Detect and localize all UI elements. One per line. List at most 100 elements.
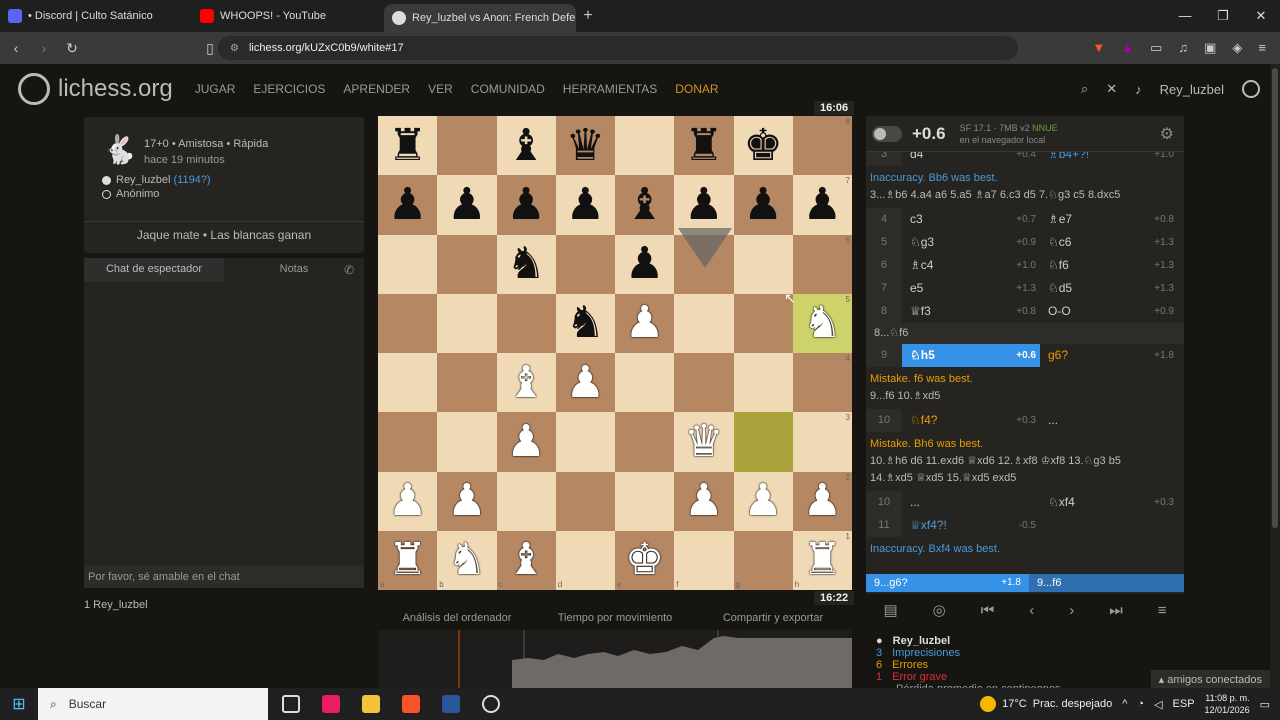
vpn-icon[interactable]: ◈	[1232, 40, 1242, 56]
new-tab-button[interactable]: +	[576, 7, 600, 25]
black-pawn-icon[interactable]: ♟	[803, 182, 842, 227]
square-b5[interactable]	[437, 293, 497, 353]
white-knight-icon[interactable]: ♞	[447, 538, 486, 582]
close-window-icon[interactable]: ✕	[1242, 8, 1280, 24]
square-b7[interactable]: ♟	[437, 175, 497, 235]
square-b3[interactable]	[437, 412, 497, 472]
square-c2[interactable]	[496, 471, 556, 531]
square-c7[interactable]: ♟	[496, 175, 556, 235]
tiktok-icon[interactable]	[322, 695, 340, 713]
white-bishop-icon[interactable]: ♝	[506, 360, 545, 405]
chess-board[interactable]: ♜ ♝ ♛ ♜ ♚ 8 ♟ ♟ ♟ ♟ ♝ ♟ ♟ ♟ 7 ♞ ♟ 6 ♞ ♟ ♞ 5 ♝ ♟ 4 ♟ ♛ 3 ♟ ♟ ♟ ♟ ♟ 2 ♜ a ♞ b ♝ c…	[378, 116, 852, 590]
square-d4[interactable]: ♟	[555, 353, 615, 413]
square-g7[interactable]: ♟	[733, 175, 793, 235]
white-pawn-icon[interactable]: ♟	[506, 419, 545, 464]
notifications-icon[interactable]: ♪	[1135, 82, 1142, 97]
square-h8[interactable]: 8	[792, 116, 852, 176]
variation-line[interactable]: 10.♗h6 d6 11.exd6 ♕xd6 12.♗xf8 ♔xf8 13.♘…	[870, 453, 1180, 470]
square-g3[interactable]	[733, 412, 793, 472]
move-white[interactable]: ♕xf4?! -0.5	[902, 514, 1040, 537]
gear-icon[interactable]: ⚙	[1160, 124, 1174, 144]
variation-line[interactable]: 9...f6 10.♗xd5	[870, 388, 1180, 405]
square-a4[interactable]	[378, 353, 438, 413]
square-d2[interactable]	[555, 471, 615, 531]
variation-alt[interactable]: 9...f6	[1029, 574, 1184, 592]
tray-chevron-icon[interactable]: ^	[1122, 698, 1127, 710]
black-pawn-icon[interactable]: ♟	[447, 182, 486, 227]
black-bishop-icon[interactable]: ♝	[506, 123, 545, 168]
square-f5[interactable]	[674, 293, 734, 353]
square-f4[interactable]	[674, 353, 734, 413]
square-g1[interactable]: g	[733, 530, 793, 590]
square-g2[interactable]: ♟	[733, 471, 793, 531]
white-pawn-icon[interactable]: ♟	[803, 479, 842, 523]
back-icon[interactable]: ‹	[4, 40, 28, 56]
tab-computer-analysis[interactable]: Análisis del ordenador	[378, 612, 536, 624]
square-h2[interactable]: ♟ 2	[792, 471, 852, 531]
app-icon[interactable]	[482, 695, 500, 713]
sidebar-icon[interactable]: ▭	[1150, 40, 1162, 56]
move-white[interactable]: c3 +0.7	[902, 208, 1040, 231]
black-rook-icon[interactable]: ♜	[388, 123, 427, 168]
white-pawn-icon[interactable]: ♟	[388, 479, 427, 523]
move-black[interactable]: ♗b4+?! +1.0	[1040, 152, 1178, 166]
white-rook-icon[interactable]: ♜	[388, 538, 427, 582]
square-b2[interactable]: ♟	[437, 471, 497, 531]
square-f8[interactable]: ♜	[674, 116, 734, 176]
nav-jugar[interactable]: JUGAR	[195, 82, 236, 96]
square-a7[interactable]: ♟	[378, 175, 438, 235]
square-g6[interactable]	[733, 234, 793, 294]
stat-mistakes[interactable]: 6 Errores	[876, 659, 1061, 671]
square-h5[interactable]: ♞ 5	[792, 293, 852, 353]
tab-move-times[interactable]: Tiempo por movimiento	[536, 612, 694, 624]
square-d7[interactable]: ♟	[555, 175, 615, 235]
site-logo[interactable]: lichess.org	[18, 73, 173, 105]
explorer-icon[interactable]: ◎	[933, 601, 946, 619]
wallet-icon[interactable]: ▣	[1204, 40, 1216, 56]
white-queen-icon[interactable]: ♛	[684, 419, 723, 464]
move-white[interactable]: ♗c4 +1.0	[902, 254, 1040, 277]
square-b4[interactable]	[437, 353, 497, 413]
variation-current[interactable]: 9...g6? +1.8	[866, 574, 1029, 592]
square-b6[interactable]	[437, 234, 497, 294]
variation-line[interactable]: 14.♗xd5 ♕xd5 15.♕xd5 exd5	[870, 470, 1180, 487]
square-a5[interactable]	[378, 293, 438, 353]
move-white[interactable]: ♘f4? +0.3	[902, 409, 1040, 432]
engine-toggle[interactable]	[872, 125, 902, 142]
square-h3[interactable]: 3	[792, 412, 852, 472]
maximize-icon[interactable]: ❐	[1204, 8, 1242, 24]
nav-ver[interactable]: VER	[428, 82, 453, 96]
black-knight-icon[interactable]: ♞	[566, 301, 605, 345]
nav-aprender[interactable]: APRENDER	[343, 82, 410, 96]
square-g8[interactable]: ♚	[733, 116, 793, 176]
white-king-icon[interactable]: ♚	[625, 538, 664, 582]
square-e2[interactable]	[615, 471, 675, 531]
square-e3[interactable]	[615, 412, 675, 472]
taskbar-search[interactable]: ⌕ Buscar	[38, 688, 268, 720]
windows-start-icon[interactable]: ⊞	[0, 694, 38, 714]
black-pawn-icon[interactable]: ♟	[388, 182, 427, 227]
move-black[interactable]: ♘f6 +1.3	[1040, 254, 1178, 277]
square-c8[interactable]: ♝	[496, 116, 556, 176]
taskbar-clock[interactable]: 11:08 p. m. 12/01/2026	[1205, 692, 1250, 716]
white-rook-icon[interactable]: ♜	[803, 538, 842, 582]
square-a8[interactable]: ♜	[378, 116, 438, 176]
hamburger-icon[interactable]: ≡	[1158, 602, 1167, 619]
tab-spectator-chat[interactable]: Chat de espectador	[84, 258, 224, 282]
square-d6[interactable]	[555, 234, 615, 294]
square-b8[interactable]	[437, 116, 497, 176]
move-white[interactable]: ♘g3 +0.9	[902, 231, 1040, 254]
variation-line[interactable]: 3...♗b6 4.a4 a6 5.a5 ♗a7 6.c3 d5 7.♘g3 c…	[870, 187, 1180, 204]
url-field[interactable]: ⚙ lichess.org/kUZxC0b9/white#17	[218, 36, 1018, 60]
forward-icon[interactable]: ›	[32, 40, 56, 56]
square-e8[interactable]	[615, 116, 675, 176]
square-a1[interactable]: ♜ a	[378, 530, 438, 590]
lang-indicator[interactable]: ESP	[1173, 698, 1195, 710]
black-rook-icon[interactable]: ♜	[684, 123, 723, 168]
search-icon[interactable]: ⌕	[1081, 81, 1088, 97]
challenge-icon[interactable]: ✕	[1106, 81, 1117, 97]
black-pawn-icon[interactable]: ♟	[506, 182, 545, 227]
media-icon[interactable]: ♫	[1178, 40, 1188, 56]
black-pawn-icon[interactable]: ♟	[743, 182, 782, 227]
move-black[interactable]: ♘xf4 +0.3	[1040, 491, 1178, 514]
